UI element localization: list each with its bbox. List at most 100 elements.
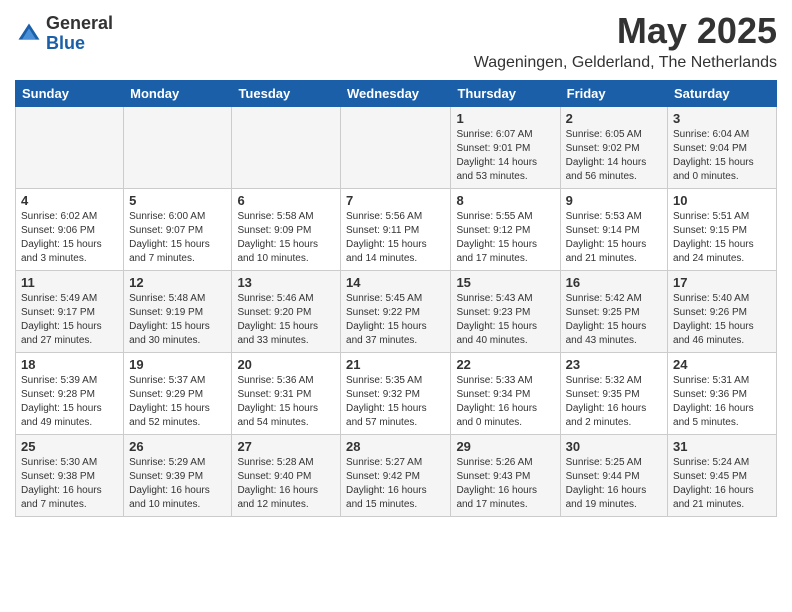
table-row: 18 Sunrise: 5:39 AM Sunset: 9:28 PM Dayli…: [16, 353, 124, 435]
calendar-week-4: 18 Sunrise: 5:39 AM Sunset: 9:28 PM Dayli…: [16, 353, 777, 435]
table-row: 1Sunrise: 6:07 AM Sunset: 9:01 PM Daylig…: [451, 107, 560, 189]
day-number: 21: [346, 357, 445, 372]
day-info: Sunrise: 6:02 AM Sunset: 9:06 PM Dayligh…: [21, 210, 118, 266]
day-number: 12: [129, 275, 226, 290]
col-sunday: Sunday: [16, 81, 124, 107]
table-row: 7Sunrise: 5:56 AM Sunset: 9:11 PM Daylig…: [341, 189, 451, 271]
location-title: Wageningen, Gelderland, The Netherlands: [474, 54, 777, 72]
table-row: [124, 107, 232, 189]
table-row: [341, 107, 451, 189]
day-number: 15: [456, 275, 554, 290]
days-row: Sunday Monday Tuesday Wednesday Thursday…: [16, 81, 777, 107]
day-info: Sunrise: 5:30 AM Sunset: 9:38 PM Dayligh…: [21, 456, 118, 512]
logo-icon: [15, 20, 43, 48]
day-number: 28: [346, 439, 445, 454]
table-row: 10Sunrise: 5:51 AM Sunset: 9:15 PM Dayli…: [668, 189, 777, 271]
day-info: Sunrise: 5:42 AM Sunset: 9:25 PM Dayligh…: [566, 292, 662, 348]
table-row: 15 Sunrise: 5:43 AM Sunset: 9:23 PM Dayli…: [451, 271, 560, 353]
table-row: 23 Sunrise: 5:32 AM Sunset: 9:35 PM Dayli…: [560, 353, 667, 435]
day-number: 19: [129, 357, 226, 372]
day-number: 13: [237, 275, 335, 290]
col-wednesday: Wednesday: [341, 81, 451, 107]
day-info: Sunrise: 5:27 AM Sunset: 9:42 PM Dayligh…: [346, 456, 445, 512]
day-info: Sunrise: 5:45 AM Sunset: 9:22 PM Dayligh…: [346, 292, 445, 348]
day-number: 31: [673, 439, 771, 454]
day-info: Sunrise: 5:28 AM Sunset: 9:40 PM Dayligh…: [237, 456, 335, 512]
day-number: 6: [237, 193, 335, 208]
day-number: 9: [566, 193, 662, 208]
day-number: 14: [346, 275, 445, 290]
day-number: 2: [566, 111, 662, 126]
day-info: Sunrise: 5:29 AM Sunset: 9:39 PM Dayligh…: [129, 456, 226, 512]
col-thursday: Thursday: [451, 81, 560, 107]
title-block: May 2025 Wageningen, Gelderland, The Net…: [474, 10, 777, 72]
table-row: 14 Sunrise: 5:45 AM Sunset: 9:22 PM Dayli…: [341, 271, 451, 353]
calendar-body: 1Sunrise: 6:07 AM Sunset: 9:01 PM Daylig…: [16, 107, 777, 517]
table-row: 9 Sunrise: 5:53 AM Sunset: 9:14 PM Daylig…: [560, 189, 667, 271]
day-number: 24: [673, 357, 771, 372]
day-info: Sunrise: 5:48 AM Sunset: 9:19 PM Dayligh…: [129, 292, 226, 348]
table-row: 31Sunrise: 5:24 AM Sunset: 9:45 PM Dayli…: [668, 435, 777, 517]
day-info: Sunrise: 5:55 AM Sunset: 9:12 PM Dayligh…: [456, 210, 554, 266]
day-info: Sunrise: 5:56 AM Sunset: 9:11 PM Dayligh…: [346, 210, 445, 266]
page: General Blue May 2025 Wageningen, Gelder…: [0, 0, 792, 527]
day-info: Sunrise: 5:31 AM Sunset: 9:36 PM Dayligh…: [673, 374, 771, 430]
day-number: 29: [456, 439, 554, 454]
day-number: 10: [673, 193, 771, 208]
table-row: 30 Sunrise: 5:25 AM Sunset: 9:44 PM Dayli…: [560, 435, 667, 517]
table-row: 13 Sunrise: 5:46 AM Sunset: 9:20 PM Dayli…: [232, 271, 341, 353]
day-number: 16: [566, 275, 662, 290]
calendar-week-5: 25 Sunrise: 5:30 AM Sunset: 9:38 PM Dayli…: [16, 435, 777, 517]
day-number: 4: [21, 193, 118, 208]
table-row: 24 Sunrise: 5:31 AM Sunset: 9:36 PM Dayli…: [668, 353, 777, 435]
day-info: Sunrise: 5:58 AM Sunset: 9:09 PM Dayligh…: [237, 210, 335, 266]
day-info: Sunrise: 6:07 AM Sunset: 9:01 PM Dayligh…: [456, 128, 554, 184]
logo: General Blue: [15, 14, 113, 54]
col-friday: Friday: [560, 81, 667, 107]
day-number: 11: [21, 275, 118, 290]
table-row: [232, 107, 341, 189]
day-number: 20: [237, 357, 335, 372]
day-number: 18: [21, 357, 118, 372]
table-row: 17Sunrise: 5:40 AM Sunset: 9:26 PM Dayli…: [668, 271, 777, 353]
calendar: Sunday Monday Tuesday Wednesday Thursday…: [15, 80, 777, 517]
logo-general: General: [46, 14, 113, 34]
table-row: 3Sunrise: 6:04 AM Sunset: 9:04 PM Daylig…: [668, 107, 777, 189]
calendar-week-1: 1Sunrise: 6:07 AM Sunset: 9:01 PM Daylig…: [16, 107, 777, 189]
table-row: 29 Sunrise: 5:26 AM Sunset: 9:43 PM Dayli…: [451, 435, 560, 517]
day-info: Sunrise: 6:00 AM Sunset: 9:07 PM Dayligh…: [129, 210, 226, 266]
day-number: 22: [456, 357, 554, 372]
table-row: 16 Sunrise: 5:42 AM Sunset: 9:25 PM Dayli…: [560, 271, 667, 353]
month-title: May 2025: [474, 10, 777, 52]
day-info: Sunrise: 5:25 AM Sunset: 9:44 PM Dayligh…: [566, 456, 662, 512]
table-row: 26Sunrise: 5:29 AM Sunset: 9:39 PM Dayli…: [124, 435, 232, 517]
table-row: [16, 107, 124, 189]
day-number: 5: [129, 193, 226, 208]
table-row: 8Sunrise: 5:55 AM Sunset: 9:12 PM Daylig…: [451, 189, 560, 271]
day-info: Sunrise: 5:35 AM Sunset: 9:32 PM Dayligh…: [346, 374, 445, 430]
calendar-week-2: 4 Sunrise: 6:02 AM Sunset: 9:06 PM Daylig…: [16, 189, 777, 271]
table-row: 2 Sunrise: 6:05 AM Sunset: 9:02 PM Daylig…: [560, 107, 667, 189]
day-number: 30: [566, 439, 662, 454]
table-row: 19Sunrise: 5:37 AM Sunset: 9:29 PM Dayli…: [124, 353, 232, 435]
day-info: Sunrise: 6:05 AM Sunset: 9:02 PM Dayligh…: [566, 128, 662, 184]
day-info: Sunrise: 6:04 AM Sunset: 9:04 PM Dayligh…: [673, 128, 771, 184]
day-number: 23: [566, 357, 662, 372]
day-info: Sunrise: 5:49 AM Sunset: 9:17 PM Dayligh…: [21, 292, 118, 348]
calendar-header: Sunday Monday Tuesday Wednesday Thursday…: [16, 81, 777, 107]
table-row: 12 Sunrise: 5:48 AM Sunset: 9:19 PM Dayli…: [124, 271, 232, 353]
table-row: 11 Sunrise: 5:49 AM Sunset: 9:17 PM Dayli…: [16, 271, 124, 353]
day-info: Sunrise: 5:46 AM Sunset: 9:20 PM Dayligh…: [237, 292, 335, 348]
day-info: Sunrise: 5:26 AM Sunset: 9:43 PM Dayligh…: [456, 456, 554, 512]
logo-text: General Blue: [46, 14, 113, 54]
day-info: Sunrise: 5:32 AM Sunset: 9:35 PM Dayligh…: [566, 374, 662, 430]
col-saturday: Saturday: [668, 81, 777, 107]
day-info: Sunrise: 5:53 AM Sunset: 9:14 PM Dayligh…: [566, 210, 662, 266]
table-row: 27Sunrise: 5:28 AM Sunset: 9:40 PM Dayli…: [232, 435, 341, 517]
table-row: 5 Sunrise: 6:00 AM Sunset: 9:07 PM Daylig…: [124, 189, 232, 271]
col-tuesday: Tuesday: [232, 81, 341, 107]
table-row: 21 Sunrise: 5:35 AM Sunset: 9:32 PM Dayli…: [341, 353, 451, 435]
day-number: 25: [21, 439, 118, 454]
day-info: Sunrise: 5:39 AM Sunset: 9:28 PM Dayligh…: [21, 374, 118, 430]
day-info: Sunrise: 5:43 AM Sunset: 9:23 PM Dayligh…: [456, 292, 554, 348]
